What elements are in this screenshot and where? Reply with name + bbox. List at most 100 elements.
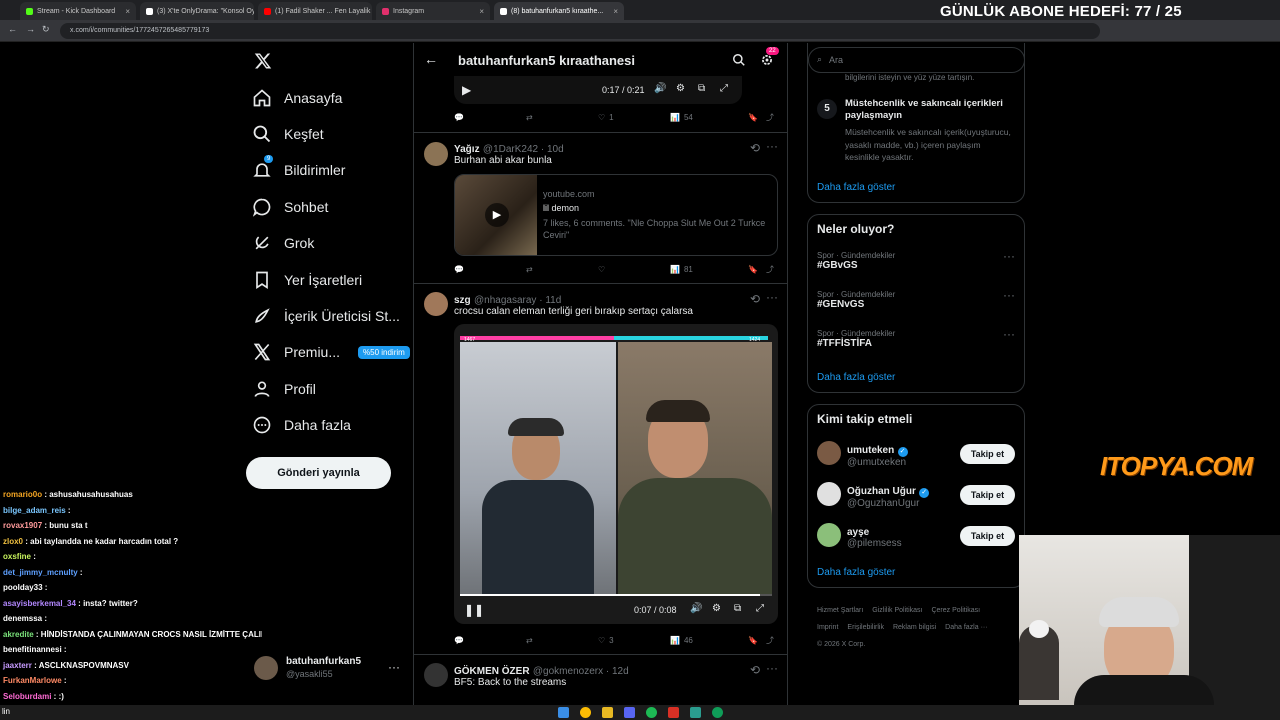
windows-start-icon[interactable] xyxy=(558,707,569,718)
folder-icon[interactable] xyxy=(602,707,613,718)
nav-item-3[interactable]: Sohbet xyxy=(252,195,328,219)
close-icon[interactable]: × xyxy=(479,7,484,16)
footer-link[interactable]: Erişilebilirlik xyxy=(847,624,884,631)
play-icon[interactable]: ▶ xyxy=(462,83,471,97)
show-more-link[interactable]: Daha fazla göster xyxy=(817,182,895,193)
like-button[interactable]: ♡ 1 xyxy=(598,113,670,122)
nav-item-5[interactable]: Yer İşaretleri xyxy=(252,268,362,292)
views-count[interactable]: 📊 46 xyxy=(670,636,748,645)
forward-icon[interactable]: → xyxy=(26,24,35,34)
fullscreen-icon[interactable]: ⤢ xyxy=(720,83,728,94)
post-handle[interactable]: @nhagasaray · 11d xyxy=(474,295,561,306)
browser-tab[interactable]: Instagram × xyxy=(376,2,490,20)
suggest-avatar[interactable] xyxy=(817,482,841,506)
suggest-user[interactable]: umuteken ✓ @umutxeken xyxy=(847,442,908,468)
browser-tab[interactable]: (8) batuhanfurkan5 kıraathe... × xyxy=(494,2,624,20)
nav-item-6[interactable]: İçerik Üreticisi St... xyxy=(252,304,400,328)
fullscreen-icon[interactable]: ⤢ xyxy=(756,603,764,614)
url-input[interactable]: x.com/i/communities/1772457265485779173 xyxy=(60,23,1100,39)
bookmark-icon[interactable]: 🔖 xyxy=(748,265,766,274)
nav-item-4[interactable]: Grok xyxy=(252,231,314,255)
nav-item-1[interactable]: Keşfet xyxy=(252,122,324,146)
suggest-avatar[interactable] xyxy=(817,523,841,547)
bookmark-icon[interactable]: 🔖 xyxy=(748,113,766,122)
like-button[interactable]: ♡ 3 xyxy=(598,636,670,645)
post-more-icon[interactable]: ··· xyxy=(766,661,778,675)
post-button[interactable]: Gönderi yayınla xyxy=(246,457,391,489)
share-icon[interactable]: ⤴ xyxy=(766,635,774,646)
close-icon[interactable]: × xyxy=(613,7,618,16)
pause-icon[interactable]: ❚❚ xyxy=(464,603,484,617)
suggest-user[interactable]: Oğuzhan Uğur ✓ @OguzhanUgur xyxy=(847,483,930,509)
back-arrow-icon[interactable]: ← xyxy=(424,51,438,67)
settings-icon[interactable]: ⚙ xyxy=(712,603,721,614)
follow-button[interactable]: Takip et xyxy=(960,526,1015,546)
show-more-link[interactable]: Daha fazla göster xyxy=(817,567,895,578)
views-count[interactable]: 📊 81 xyxy=(670,265,748,274)
trend-more-icon[interactable]: ··· xyxy=(1003,327,1015,341)
progress-track[interactable] xyxy=(460,594,772,596)
discord-icon[interactable] xyxy=(624,707,635,718)
post-handle[interactable]: @1DarK242 · 10d xyxy=(483,144,564,155)
browser-tab[interactable]: (3) X'te OnlyDrama: "Konsol Oy...× xyxy=(140,2,254,20)
post-author[interactable]: GÖKMEN ÖZER xyxy=(454,666,530,677)
post-avatar[interactable] xyxy=(424,292,448,316)
nav-item-8[interactable]: Profil xyxy=(252,377,316,401)
trend-more-icon[interactable]: ··· xyxy=(1003,288,1015,302)
settings-icon[interactable]: ⚙ xyxy=(676,83,685,94)
nav-item-9[interactable]: Daha fazla xyxy=(252,413,351,437)
footer-link[interactable]: Imprint xyxy=(817,624,838,631)
post-more-icon[interactable]: ··· xyxy=(766,290,778,304)
trend-more-icon[interactable]: ··· xyxy=(1003,249,1015,263)
post-more-icon[interactable]: ··· xyxy=(766,139,778,153)
footer-link[interactable]: Reklam bilgisi xyxy=(893,624,936,631)
x-logo-icon[interactable] xyxy=(254,52,272,70)
close-icon[interactable]: × xyxy=(125,7,130,16)
grok-icon[interactable]: ⟲ xyxy=(750,663,760,677)
share-icon[interactable]: ⤴ xyxy=(766,264,774,275)
post-handle[interactable]: @gokmenozerx · 12d xyxy=(533,666,629,677)
pip-icon[interactable]: ⧉ xyxy=(734,603,741,614)
reply-icon[interactable]: 💬 xyxy=(454,636,526,645)
browser-tab[interactable]: Stream - Kick Dashboard × xyxy=(20,2,136,20)
repost-icon[interactable]: ⇄ xyxy=(526,113,598,122)
spotify-icon[interactable] xyxy=(646,707,657,718)
link-card[interactable]: ▶ youtube.com lil demon 7 likes, 6 comme… xyxy=(454,174,778,256)
footer-link[interactable]: Çerez Politikası xyxy=(931,607,980,614)
video-player-top[interactable]: ▶ 0:17 / 0:21 🔊 ⚙ ⧉ ⤢ xyxy=(454,76,742,104)
footer-link[interactable]: Hizmet Şartları xyxy=(817,607,863,614)
app-icon[interactable] xyxy=(712,707,723,718)
grok-icon[interactable]: ⟲ xyxy=(750,141,760,155)
app-icon[interactable] xyxy=(690,707,701,718)
browser-tab[interactable]: (1) Fadil Shaker ... Fen Layalik | ...× xyxy=(258,2,372,20)
back-icon[interactable]: ← xyxy=(8,24,17,34)
app-icon[interactable] xyxy=(668,707,679,718)
post-avatar[interactable] xyxy=(424,142,448,166)
footer-link[interactable]: © 2026 X Corp. xyxy=(817,641,865,648)
search-icon[interactable] xyxy=(732,53,746,67)
chrome-icon[interactable] xyxy=(580,707,591,718)
video-player[interactable]: 1467 1424 ❚❚ 0:07 / 0:08 🔊 ⚙ ⧉ ⤢ xyxy=(454,324,778,624)
trend-item[interactable]: Spor · Gündemdekiler #GENvGS ··· xyxy=(817,288,1017,310)
trend-item[interactable]: Spor · Gündemdekiler #TFFİSTİFA ··· xyxy=(817,327,1017,349)
nav-item-0[interactable]: Anasayfa xyxy=(252,86,342,110)
reply-icon[interactable]: 💬 xyxy=(454,265,526,274)
suggest-user[interactable]: ayşe @pilemsess xyxy=(847,524,902,549)
footer-link[interactable]: Daha fazla ··· xyxy=(945,624,987,631)
post-author[interactable]: szg xyxy=(454,295,471,306)
grok-icon[interactable]: ⟲ xyxy=(750,292,760,306)
volume-icon[interactable]: 🔊 xyxy=(690,603,702,614)
bookmark-icon[interactable]: 🔖 xyxy=(748,636,766,645)
footer-link[interactable]: Gizlilik Politikası xyxy=(872,607,922,614)
post-author[interactable]: Yağız xyxy=(454,144,480,155)
volume-icon[interactable]: 🔊 xyxy=(654,83,666,94)
views-count[interactable]: 📊 54 xyxy=(670,113,748,122)
repost-icon[interactable]: ⇄ xyxy=(526,265,598,274)
reply-icon[interactable]: 💬 xyxy=(454,113,526,122)
gear-icon[interactable] xyxy=(760,53,774,67)
post-avatar[interactable] xyxy=(424,663,448,687)
share-icon[interactable]: ⤴ xyxy=(766,112,774,123)
show-more-link[interactable]: Daha fazla göster xyxy=(817,372,895,383)
trend-item[interactable]: Spor · Gündemdekiler #GBvGS ··· xyxy=(817,249,1017,271)
like-icon[interactable]: ♡ xyxy=(598,265,670,274)
